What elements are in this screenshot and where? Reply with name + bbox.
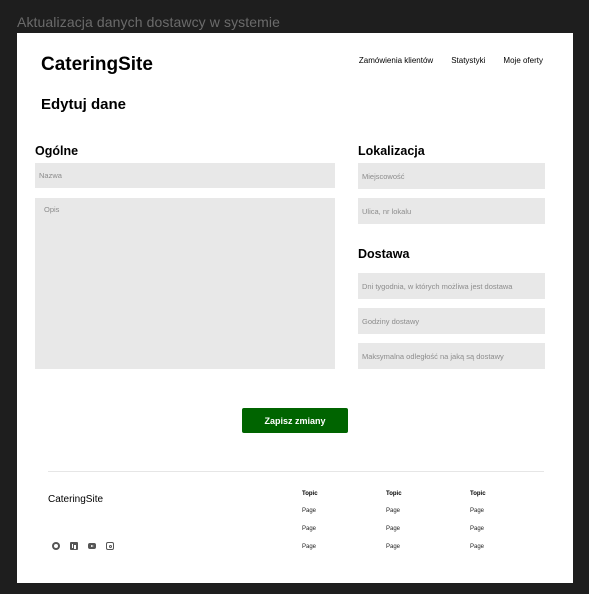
delivery-hours-field[interactable]: Godziny dostawy — [358, 308, 545, 334]
page: CateringSite Zamówienia klientów Statyst… — [17, 33, 573, 583]
footer-divider — [48, 471, 544, 472]
frame-title: Aktualizacja danych dostawcy w systemie — [17, 14, 281, 30]
facebook-icon[interactable] — [52, 542, 60, 550]
footer-page-link[interactable]: Page — [386, 544, 402, 550]
footer-page-link[interactable]: Page — [470, 544, 486, 550]
footer-page-link[interactable]: Page — [470, 526, 486, 532]
footer-logo[interactable]: CateringSite — [48, 494, 103, 505]
footer-page-link[interactable]: Page — [386, 508, 402, 514]
instagram-icon[interactable] — [106, 542, 114, 550]
delivery-distance-field[interactable]: Maksymalna odległość na jaką są dostawy — [358, 343, 545, 369]
street-field[interactable]: Ulica, nr lokalu — [358, 198, 545, 224]
footer-column-2: Topic Page Page Page — [386, 491, 402, 562]
footer-topic: Topic — [470, 491, 486, 497]
youtube-icon[interactable] — [88, 543, 96, 549]
section-title-location: Lokalizacja — [358, 144, 425, 158]
nav-link-orders[interactable]: Zamówienia klientów — [359, 56, 433, 65]
page-title: Edytuj dane — [41, 96, 127, 113]
linkedin-icon[interactable] — [70, 542, 78, 550]
city-field[interactable]: Miejscowość — [358, 163, 545, 189]
nav-link-statistics[interactable]: Statystyki — [451, 56, 485, 65]
footer-page-link[interactable]: Page — [302, 508, 318, 514]
save-button[interactable]: Zapisz zmiany — [242, 408, 348, 433]
delivery-days-field[interactable]: Dni tygodnia, w których możliwa jest dos… — [358, 273, 545, 299]
footer-column-3: Topic Page Page Page — [470, 491, 486, 562]
footer-column-1: Topic Page Page Page — [302, 491, 318, 562]
social-links — [52, 542, 114, 550]
top-nav: Zamówienia klientów Statystyki Moje ofer… — [359, 56, 543, 65]
footer-page-link[interactable]: Page — [470, 508, 486, 514]
section-title-general: Ogólne — [35, 144, 79, 158]
name-field[interactable]: Nazwa — [35, 163, 335, 188]
footer-page-link[interactable]: Page — [302, 526, 318, 532]
footer-page-link[interactable]: Page — [302, 544, 318, 550]
footer-page-link[interactable]: Page — [386, 526, 402, 532]
footer-topic: Topic — [302, 491, 318, 497]
footer-topic: Topic — [386, 491, 402, 497]
nav-link-offers[interactable]: Moje oferty — [503, 56, 543, 65]
section-title-delivery: Dostawa — [358, 247, 410, 261]
description-field[interactable]: Opis — [35, 198, 335, 369]
site-logo[interactable]: CateringSite — [41, 54, 153, 76]
